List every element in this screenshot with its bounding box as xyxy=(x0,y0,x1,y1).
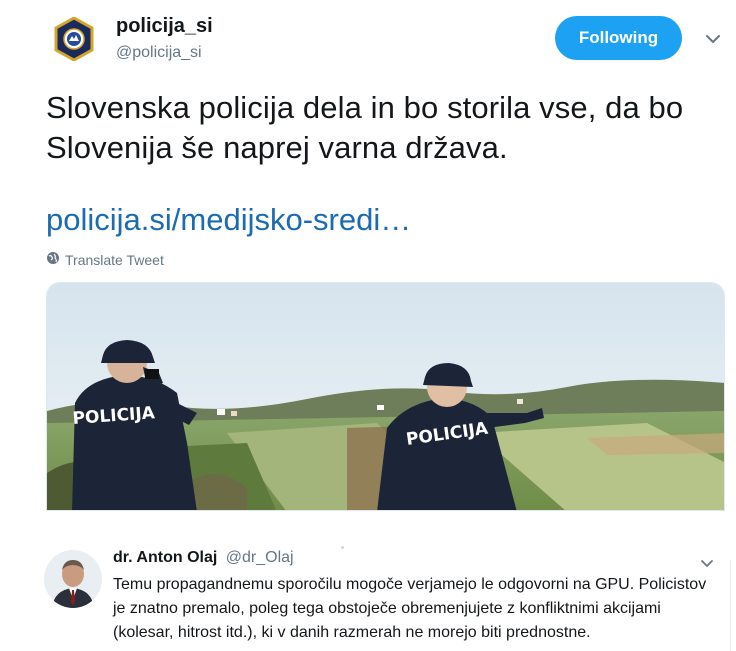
tweet-text: Slovenska policija dela in bo storila vs… xyxy=(46,90,684,165)
police-badge-icon[interactable] xyxy=(52,16,96,62)
author-name[interactable]: policija_si xyxy=(116,15,213,38)
tweet-link[interactable]: policija.si/medijsko-sredi… xyxy=(46,202,411,238)
globe-icon xyxy=(46,251,60,268)
divider xyxy=(730,560,731,651)
reply-author-handle[interactable]: @dr_Olaj xyxy=(226,549,294,566)
reply-header: dr. Anton Olaj @dr_Olaj xyxy=(113,549,294,567)
reply-author-name[interactable]: dr. Anton Olaj xyxy=(113,549,217,566)
chevron-down-icon[interactable] xyxy=(703,29,723,49)
chevron-down-icon[interactable] xyxy=(698,554,716,572)
reply-tweet[interactable]: dr. Anton Olaj @dr_Olaj Temu propagandne… xyxy=(0,535,736,651)
translate-label: Translate Tweet xyxy=(65,251,164,268)
translate-tweet-button[interactable]: Translate Tweet xyxy=(46,251,164,268)
reply-text: Temu propagandnemu sporočilu mogoče verj… xyxy=(113,576,707,641)
reply-avatar[interactable] xyxy=(44,550,102,608)
tweet-photo[interactable]: POLICIJA POLICIJA xyxy=(46,282,725,511)
author-handle[interactable]: @policija_si xyxy=(116,44,202,62)
following-button[interactable]: Following xyxy=(555,16,682,60)
